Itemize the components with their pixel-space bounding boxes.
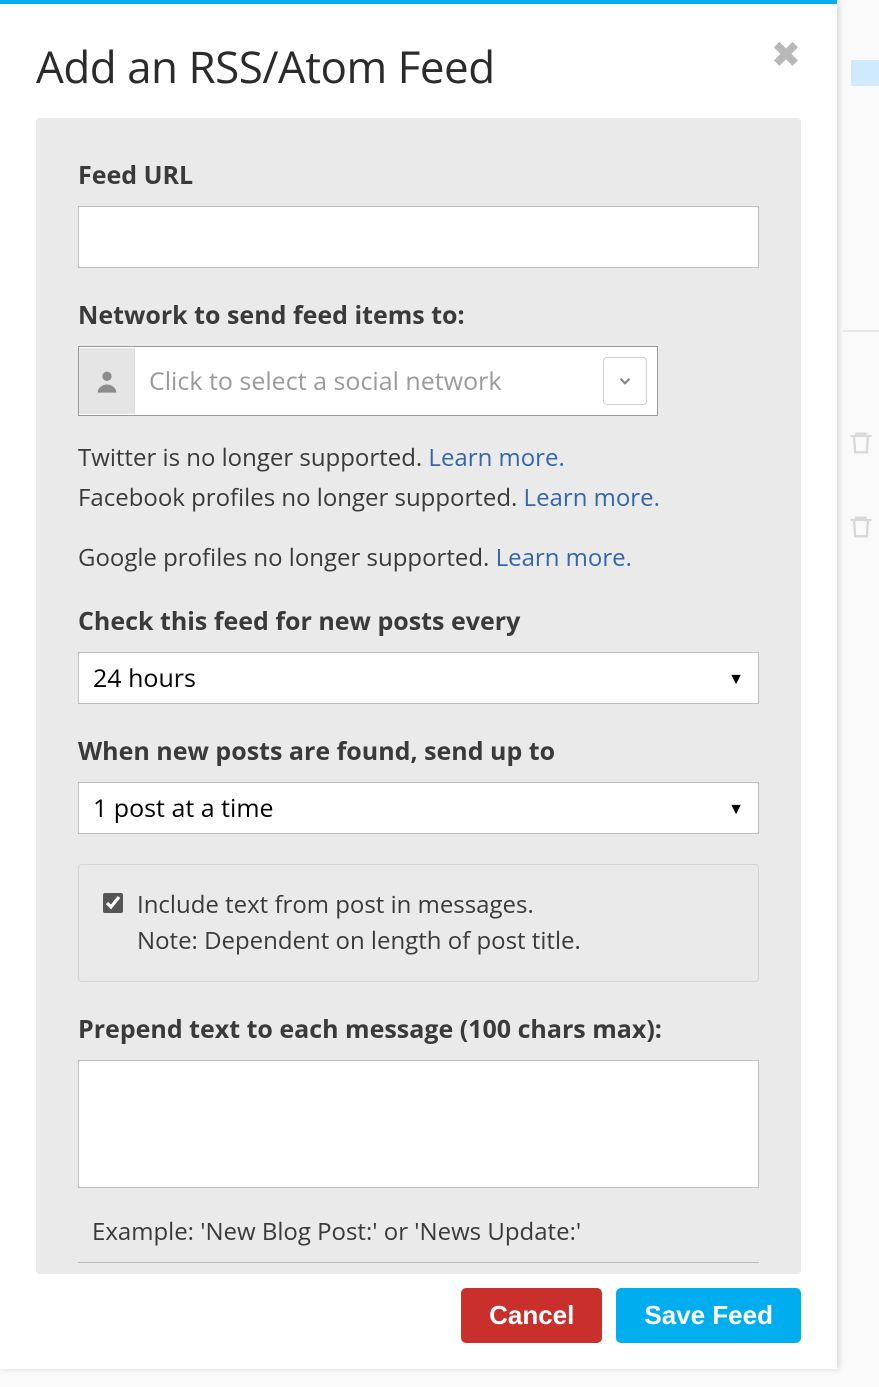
avatar-placeholder-icon bbox=[79, 348, 135, 414]
network-placeholder: Click to select a social network bbox=[135, 364, 603, 398]
dropdown-arrow-icon: ▼ bbox=[728, 797, 744, 819]
dropdown-arrow-icon: ▼ bbox=[728, 667, 744, 689]
interval-select[interactable]: 24 hours ▼ bbox=[78, 652, 759, 704]
feed-url-input[interactable] bbox=[78, 206, 759, 268]
facebook-notice: Facebook profiles no longer supported. bbox=[78, 481, 524, 514]
network-section: Network to send feed items to: Click to … bbox=[78, 298, 759, 416]
network-label: Network to send feed items to: bbox=[78, 298, 759, 332]
network-select[interactable]: Click to select a social network bbox=[78, 346, 658, 416]
include-text-checkbox[interactable] bbox=[103, 893, 123, 913]
include-text-card: Include text from post in messages. Note… bbox=[78, 864, 759, 982]
prepend-section: Prepend text to each message (100 chars … bbox=[78, 1012, 759, 1193]
facebook-learn-more-link[interactable]: Learn more. bbox=[524, 481, 660, 514]
cancel-button[interactable]: Cancel bbox=[461, 1288, 602, 1343]
add-rss-feed-modal: Add an RSS/Atom Feed ✖ Feed URL Network … bbox=[0, 0, 837, 1369]
twitter-learn-more-link[interactable]: Learn more. bbox=[428, 441, 564, 474]
send-up-label: When new posts are found, send up to bbox=[78, 734, 759, 768]
send-up-section: When new posts are found, send up to 1 p… bbox=[78, 734, 759, 834]
modal-body: Feed URL Network to send feed items to: … bbox=[36, 118, 801, 1274]
twitter-notice: Twitter is no longer supported. bbox=[78, 441, 428, 474]
close-icon[interactable]: ✖ bbox=[771, 36, 801, 72]
feed-url-label: Feed URL bbox=[78, 158, 759, 192]
google-notice: Google profiles no longer supported. bbox=[78, 541, 496, 574]
include-text-note: Note: Dependent on length of post title. bbox=[137, 923, 581, 959]
feed-url-section: Feed URL bbox=[78, 158, 759, 268]
send-up-value: 1 post at a time bbox=[93, 791, 274, 825]
interval-section: Check this feed for new posts every 24 h… bbox=[78, 604, 759, 704]
chevron-down-icon[interactable] bbox=[603, 357, 647, 405]
google-learn-more-link[interactable]: Learn more. bbox=[496, 541, 632, 574]
send-up-select[interactable]: 1 post at a time ▼ bbox=[78, 782, 759, 834]
support-notices: Twitter is no longer supported. Learn mo… bbox=[78, 440, 759, 576]
interval-label: Check this feed for new posts every bbox=[78, 604, 759, 638]
modal-footer: Cancel Save Feed bbox=[0, 1274, 837, 1369]
prepend-label: Prepend text to each message (100 chars … bbox=[78, 1012, 759, 1046]
modal-title: Add an RSS/Atom Feed bbox=[36, 36, 495, 96]
interval-value: 24 hours bbox=[93, 661, 196, 695]
prepend-example: Example: 'New Blog Post:' or 'News Updat… bbox=[78, 1205, 759, 1263]
save-feed-button[interactable]: Save Feed bbox=[616, 1288, 801, 1343]
prepend-textarea[interactable] bbox=[78, 1060, 759, 1188]
include-text-label: Include text from post in messages. bbox=[137, 887, 581, 923]
modal-header: Add an RSS/Atom Feed ✖ bbox=[0, 4, 837, 118]
